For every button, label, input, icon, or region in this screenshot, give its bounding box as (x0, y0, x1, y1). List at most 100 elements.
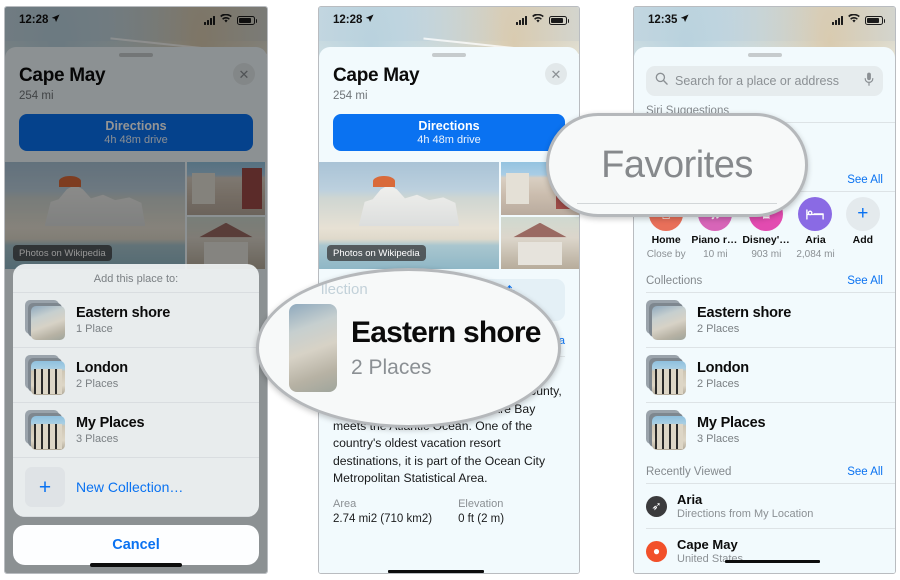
bed-icon (798, 197, 833, 231)
close-icon[interactable]: ✕ (545, 63, 567, 85)
fact-value: 2.74 mi2 (710 km2) (333, 513, 433, 526)
collection-thumbnail (25, 410, 65, 450)
search-input[interactable]: Search for a place or address (646, 66, 883, 96)
photo-strip[interactable]: Photos on Wikipedia (319, 162, 579, 269)
list-item[interactable]: My Places 3 Places (13, 402, 259, 457)
favorite-name: Home (651, 234, 681, 246)
recent-subtitle: United States (677, 553, 744, 565)
wifi-icon (848, 13, 860, 26)
list-item[interactable]: ● Cape May United States (634, 529, 895, 573)
list-item[interactable]: ➶ Aria Directions from My Location (634, 484, 895, 528)
photo-house[interactable] (501, 216, 579, 269)
fact-label: Elevation (458, 498, 504, 511)
sheet-grabber[interactable] (747, 53, 782, 57)
cellular-signal-icon (516, 15, 527, 25)
search-placeholder: Search for a place or address (675, 74, 839, 88)
place-distance: 254 mi (333, 90, 368, 102)
phone-panel-3: 12:35 Search for a place or address Siri… (633, 6, 896, 574)
collection-count: 1 Place (76, 323, 113, 335)
list-item[interactable]: My Places 3 Places (634, 403, 895, 457)
favorites-see-all-link[interactable]: See All (847, 174, 883, 186)
plus-icon: + (845, 197, 880, 231)
favorite-name: Add (852, 234, 874, 246)
add-to-collection-sheet: Add this place to: Eastern shore 1 Place (13, 264, 259, 565)
directions-arrow-icon: ➶ (646, 495, 667, 517)
collection-name: London (76, 360, 128, 376)
collection-name: My Places (697, 415, 766, 431)
directions-duration: 4h 48m drive (417, 134, 481, 146)
action-sheet-title: Add this place to: (93, 273, 179, 285)
collection-count: 2 Places (697, 323, 740, 335)
collection-name: Eastern shore (697, 305, 792, 321)
collection-thumbnail (646, 410, 686, 450)
list-item[interactable]: Eastern shore 1 Place (13, 292, 259, 347)
fact-label: Area (333, 498, 357, 511)
favorite-distance: 2,084 mi (796, 249, 835, 260)
phone-panel-1: 12:28 Cape May 254 mi ✕ Directions 4h 48… (4, 6, 268, 574)
home-indicator[interactable] (90, 563, 182, 567)
collection-count: 3 Places (697, 433, 740, 445)
collection-name: London (697, 360, 749, 376)
wifi-icon (532, 13, 544, 26)
collection-thumbnail (646, 300, 686, 340)
callout-eastern-shore: llection Eastern shore 2 Places (256, 268, 561, 428)
collection-list-group: Add this place to: Eastern shore 1 Place (13, 264, 259, 517)
facts-row: Area 2.74 mi2 (710 km2) Elevation 0 ft (… (319, 487, 579, 525)
page-title: Cape May (333, 65, 420, 86)
favorite-aria[interactable]: Aria 2,084 mi (793, 197, 837, 260)
directions-button[interactable]: Directions 4h 48m drive (333, 114, 565, 151)
collection-thumbnail (646, 355, 686, 395)
status-time: 12:28 (333, 14, 363, 26)
collection-name: Eastern shore (76, 305, 171, 321)
favorite-distance: 903 mi (751, 249, 782, 260)
cellular-signal-icon (832, 15, 843, 25)
section-title: Collections (646, 275, 703, 287)
photo-beach[interactable]: Photos on Wikipedia (319, 162, 499, 269)
favorite-distance: Close by (646, 249, 686, 260)
fact-area: Area 2.74 mi2 (710 km2) (333, 498, 432, 525)
favorite-name: Piano room (691, 234, 740, 246)
search-icon (655, 72, 668, 90)
cancel-button[interactable]: Cancel (13, 525, 259, 565)
collection-count: 3 Places (76, 433, 119, 445)
collections-see-all-link[interactable]: See All (847, 275, 883, 287)
collection-count: 2 Places (697, 378, 740, 390)
map-pin-icon: ● (646, 540, 667, 562)
status-bar: 12:28 (319, 7, 579, 33)
callout-ghost-text: llection (321, 281, 368, 298)
callout-favorites-text: Favorites (601, 143, 753, 186)
recent-subtitle: Directions from My Location (677, 508, 814, 520)
collection-thumbnail (25, 300, 65, 340)
location-arrow-icon (365, 14, 374, 26)
battery-icon (865, 15, 885, 25)
list-item[interactable]: London 2 Places (13, 347, 259, 402)
recent-see-all-link[interactable]: See All (847, 466, 883, 478)
collection-count: 2 Places (76, 378, 119, 390)
favorite-add-button[interactable]: + Add (841, 197, 885, 260)
plus-icon: + (25, 467, 65, 507)
new-collection-label: New Collection… (76, 479, 184, 495)
new-collection-button[interactable]: + New Collection… (13, 457, 259, 517)
fact-value: 0 ft (2 m) (458, 513, 505, 526)
battery-icon (549, 15, 569, 25)
list-item[interactable]: Eastern shore 2 Places (634, 293, 895, 347)
callout-leader-line-eastern (388, 570, 484, 573)
favorite-name: Disney's… (742, 234, 791, 246)
collection-thumbnail (25, 355, 65, 395)
screenshot-stage: 12:28 Cape May 254 mi ✕ Directions 4h 48… (0, 0, 900, 580)
recent-name: Aria (677, 492, 703, 507)
list-item[interactable]: London 2 Places (634, 348, 895, 402)
recent-name: Cape May (677, 537, 738, 552)
callout-underline (577, 203, 777, 204)
callout-favorites: Favorites (546, 113, 808, 217)
favorite-distance: 10 mi (703, 249, 728, 260)
favorite-name: Aria (805, 234, 826, 246)
section-title: Recently Viewed (646, 466, 732, 478)
place-header: Cape May 254 mi ✕ (319, 57, 579, 102)
callout-title: Eastern shore (351, 316, 541, 349)
status-time: 12:35 (648, 14, 678, 26)
microphone-icon[interactable] (864, 72, 874, 91)
status-bar: 12:35 (634, 7, 895, 33)
collection-name: My Places (76, 415, 145, 431)
recently-viewed-header: Recently Viewed See All (634, 457, 895, 483)
